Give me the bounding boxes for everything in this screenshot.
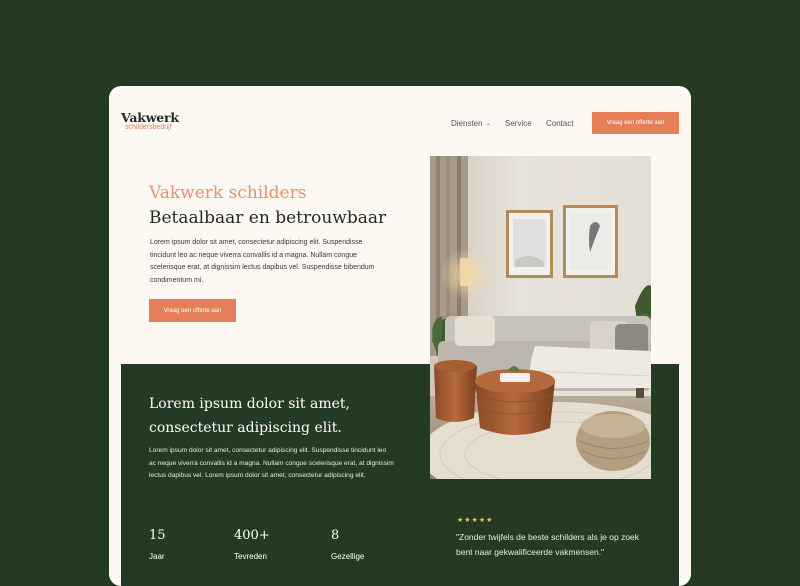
stat-label: Jaar bbox=[149, 552, 165, 561]
stat-label: Gezellige bbox=[331, 552, 365, 561]
stat-number: 8 bbox=[331, 528, 340, 543]
logo-tagline: schildersbedrijf bbox=[125, 124, 172, 131]
rating-stars-icon: ★★★★★ bbox=[457, 517, 494, 524]
stat-number: 15 bbox=[149, 528, 166, 543]
living-room-image bbox=[430, 156, 651, 479]
logo-name: Vakwerk bbox=[121, 110, 179, 125]
hero-text: Lorem ipsum dolor sit amet, consectetur … bbox=[150, 239, 375, 284]
nav-diensten-label: Diensten bbox=[451, 119, 483, 128]
stat-number: 400+ bbox=[234, 528, 270, 543]
nav-quote-button[interactable]: Vraag een offerte aan bbox=[592, 112, 679, 134]
stat-customers: 400+ Tevreden bbox=[234, 528, 270, 561]
stat-label: Tevreden bbox=[234, 552, 267, 561]
website-frame: Vakwerk schildersbedrijf Diensten ⌄ Servi… bbox=[109, 86, 691, 586]
stat-team: 8 Gezellige bbox=[331, 528, 364, 561]
about-text: Lorem ipsum dolor sit amet, consectetur … bbox=[149, 447, 394, 479]
chevron-down-icon: ⌄ bbox=[485, 121, 491, 127]
logo[interactable]: Vakwerk schildersbedrijf bbox=[121, 111, 179, 132]
hero-subtitle: Vakwerk schilders bbox=[149, 183, 307, 203]
testimonial-quote: "Zonder twijfels de beste schilders als … bbox=[456, 532, 640, 557]
living-room-photo bbox=[430, 156, 651, 479]
stat-years: 15 Jaar bbox=[149, 528, 166, 561]
nav-item-contact[interactable]: Contact bbox=[546, 119, 574, 128]
hero-title: Betaalbaar en betrouwbaar bbox=[149, 208, 387, 228]
hero-quote-button[interactable]: Vraag een offerte aan bbox=[149, 299, 236, 322]
nav-item-diensten[interactable]: Diensten ⌄ bbox=[451, 119, 491, 128]
nav-item-service[interactable]: Service bbox=[505, 119, 532, 128]
about-title: Lorem ipsum dolor sit amet, consectetur … bbox=[149, 396, 350, 436]
